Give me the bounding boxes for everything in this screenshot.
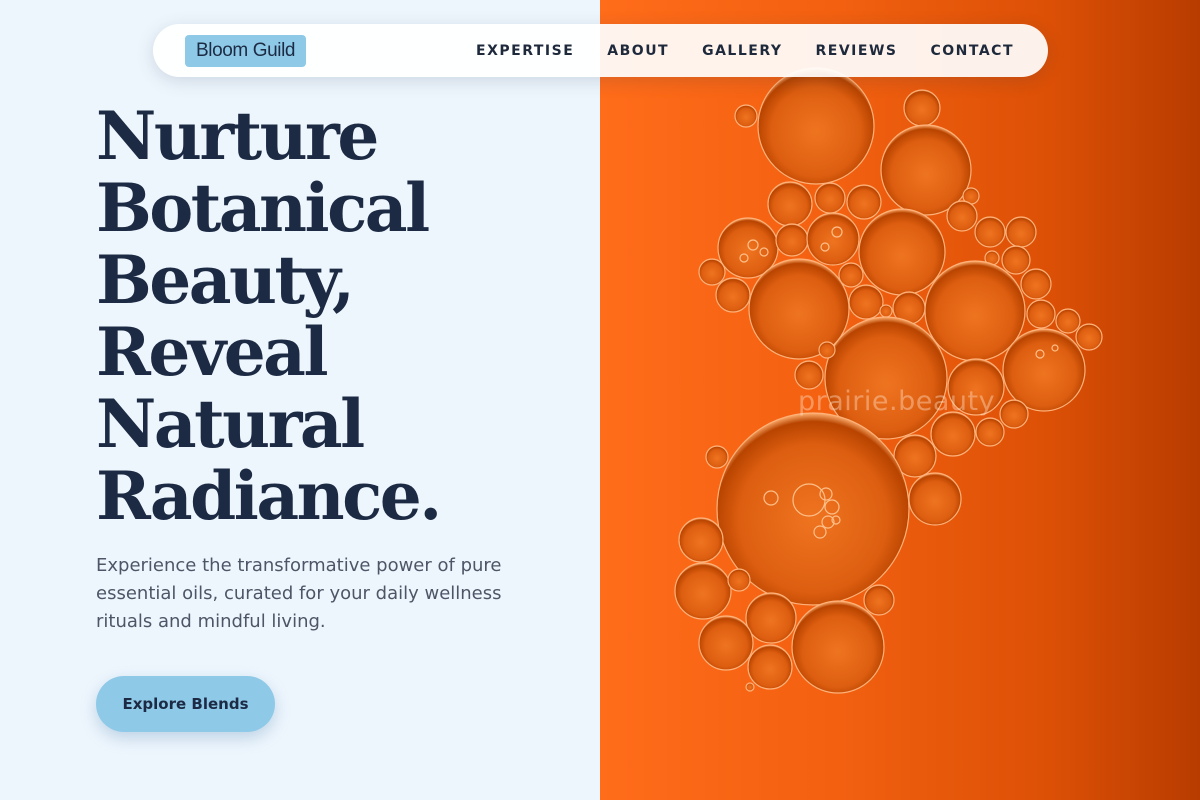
headline-line: Natural bbox=[96, 385, 365, 463]
oil-bubble bbox=[848, 284, 884, 320]
oil-bubble bbox=[1075, 323, 1103, 351]
oil-bubble bbox=[999, 399, 1029, 429]
headline-line: Radiance. bbox=[96, 457, 442, 535]
oil-bubble bbox=[924, 260, 1026, 362]
oil-bubble bbox=[1020, 268, 1052, 300]
oil-bubble bbox=[791, 600, 885, 694]
oil-bubble bbox=[747, 644, 793, 690]
headline-line: Nurture bbox=[96, 97, 379, 175]
oil-bubble bbox=[678, 517, 724, 563]
headline-line: Reveal bbox=[96, 313, 329, 391]
oil-bubble bbox=[818, 341, 836, 359]
oil-bubble bbox=[930, 411, 976, 457]
oil-bubble bbox=[1026, 299, 1056, 329]
oil-bubble bbox=[705, 445, 729, 469]
oil-bubble bbox=[863, 584, 895, 616]
oil-bubble bbox=[698, 258, 726, 286]
nav-link-reviews[interactable]: REVIEWS bbox=[816, 43, 898, 59]
oil-bubble bbox=[879, 304, 893, 318]
oil-bubble bbox=[745, 682, 755, 692]
oil-bubble bbox=[775, 223, 809, 257]
nav-link-about[interactable]: ABOUT bbox=[607, 43, 669, 59]
hero-subtitle: Experience the transformative power of p… bbox=[96, 555, 502, 632]
oil-bubble bbox=[1001, 245, 1031, 275]
top-navbar: Bloom Guild EXPERTISE ABOUT GALLERY REVI… bbox=[153, 24, 1048, 77]
oil-bubble bbox=[674, 562, 732, 620]
oil-bubble bbox=[806, 212, 860, 266]
oil-bubble bbox=[748, 258, 850, 360]
oil-bubble bbox=[745, 592, 797, 644]
hero-headline: Nurture Botanical Beauty, Reveal Natural… bbox=[96, 100, 576, 532]
oil-bubble bbox=[715, 277, 751, 313]
oil-bubble bbox=[838, 262, 864, 288]
oil-bubble bbox=[908, 472, 962, 526]
oil-bubble bbox=[975, 417, 1005, 447]
oil-bubble bbox=[974, 216, 1006, 248]
oil-bubble bbox=[946, 200, 978, 232]
nav-link-expertise[interactable]: EXPERTISE bbox=[476, 43, 574, 59]
headline-line: Beauty, bbox=[96, 241, 355, 319]
oil-bubble bbox=[814, 182, 846, 214]
headline-line: Botanical bbox=[96, 169, 430, 247]
oil-bubble bbox=[767, 181, 813, 227]
oil-bubble bbox=[1005, 216, 1037, 248]
oil-bubble bbox=[1002, 328, 1086, 412]
oil-bubble bbox=[846, 184, 882, 220]
oil-bubble bbox=[734, 104, 758, 128]
oil-bubble bbox=[794, 360, 824, 390]
oil-bubble bbox=[698, 615, 754, 671]
oil-bubble bbox=[903, 89, 941, 127]
oil-bubble bbox=[858, 208, 946, 296]
oil-bubble bbox=[1055, 308, 1081, 334]
nav-link-contact[interactable]: CONTACT bbox=[930, 43, 1014, 59]
nav-link-gallery[interactable]: GALLERY bbox=[702, 43, 782, 59]
image-watermark: prairie.beauty bbox=[798, 386, 996, 417]
oil-bubble bbox=[727, 568, 751, 592]
nav-links: EXPERTISE ABOUT GALLERY REVIEWS CONTACT bbox=[476, 24, 1014, 77]
hero-image-oil-bubbles: prairie.beauty bbox=[600, 0, 1200, 800]
explore-blends-button[interactable]: Explore Blends bbox=[96, 676, 275, 732]
brand-logo[interactable]: Bloom Guild bbox=[185, 35, 307, 67]
oil-bubble bbox=[757, 67, 875, 185]
